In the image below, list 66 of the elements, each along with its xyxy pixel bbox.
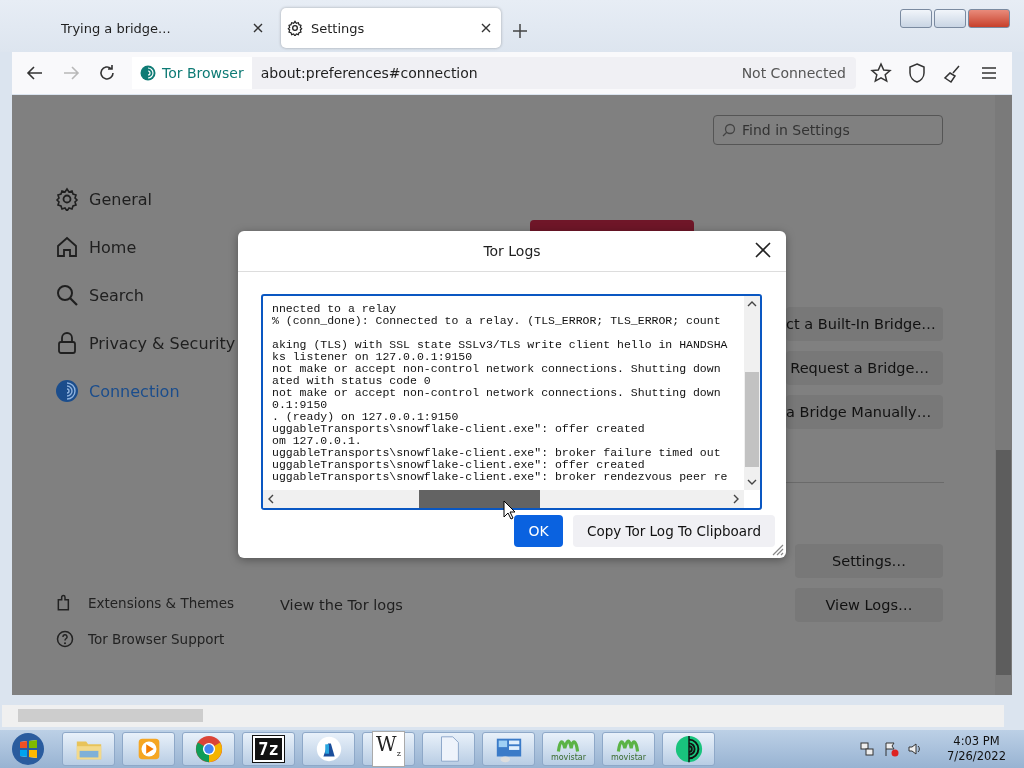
shield-icon[interactable]: [906, 62, 928, 84]
tor-icon[interactable]: [673, 734, 704, 764]
archive-icon[interactable]: 7z: [253, 736, 284, 762]
minimize-button[interactable]: [900, 9, 932, 28]
resize-grip-icon[interactable]: [770, 542, 784, 556]
help-icon: [55, 629, 75, 649]
log-line: not make or accept non-control network connections. Shutting down: [272, 363, 722, 375]
ok-button[interactable]: OK: [514, 515, 563, 547]
cursor-icon: [503, 500, 516, 520]
log-line: aking (TLS) with SSL state SSLv3/TLS write client hello in HANDSHA: [272, 339, 728, 351]
gear-icon: [287, 20, 303, 36]
log-text-area[interactable]: [261, 294, 762, 510]
home-icon: [55, 235, 79, 259]
search-icon: [722, 123, 736, 137]
chrome-icon[interactable]: [193, 734, 224, 764]
gear-icon: [55, 187, 79, 211]
maximize-button[interactable]: [934, 9, 966, 28]
bridge-button[interactable]: ct a Built-In Bridge…: [786, 307, 943, 341]
log-line: uggableTransports\snowflake-client.exe": broker failure timed out: [272, 447, 722, 459]
scroll-thumb[interactable]: [745, 372, 759, 467]
lock-icon: [55, 331, 79, 355]
view-logs-button[interactable]: View Logs…: [795, 588, 943, 622]
clock[interactable]: 4:03 PM 7/26/2022: [947, 734, 1006, 764]
scroll-down-icon[interactable]: [747, 477, 757, 487]
log-line: . (ready) on 127.0.0.1:9150: [272, 411, 460, 423]
log-line: nnected to a relay: [272, 303, 398, 315]
sidebar-item[interactable]: General: [55, 175, 280, 223]
close-icon[interactable]: [481, 23, 491, 33]
identity-box[interactable]: Tor Browser: [132, 57, 252, 89]
log-line: not make or accept non-control network connections. Shutting down: [272, 387, 722, 399]
scrollbar[interactable]: [2, 705, 1004, 727]
settings-button[interactable]: Settings…: [795, 544, 943, 578]
sidebar-item[interactable]: Home: [55, 223, 280, 271]
logs-label: View the Tor logs: [280, 597, 403, 613]
bridge-button[interactable]: a Bridge Manually…: [786, 395, 943, 429]
scroll-up-icon[interactable]: [747, 299, 757, 309]
new-tab-icon[interactable]: [513, 24, 527, 38]
sidebar-link[interactable]: Tor Browser Support: [88, 631, 225, 647]
document-icon[interactable]: W$_{z}$: [372, 731, 405, 767]
onion-icon: [55, 379, 79, 403]
copy-log-button[interactable]: Copy Tor Log To Clipboard: [573, 515, 775, 547]
log-line: uggableTransports\snowflake-client.exe": broker rendezvous peer re: [272, 471, 728, 483]
address-bar[interactable]: Tor Browser about:preferences#connection Not Connected: [132, 57, 856, 89]
close-icon[interactable]: [253, 23, 263, 33]
log-line: ks listener on 127.0.0.1:9150: [272, 351, 474, 363]
sidebar-link[interactable]: Extensions & Themes: [88, 595, 234, 611]
log-line: % (conn_done): Connected to a relay. (TLS_ERROR; TLS_ERROR; count: [272, 315, 722, 327]
close-icon[interactable]: [754, 241, 772, 259]
log-line: 0.1:9150: [272, 399, 329, 411]
scroll-thumb[interactable]: [419, 490, 540, 508]
star-icon[interactable]: [870, 62, 892, 84]
log-line: uggableTransports\snowflake-client.exe": offer created: [272, 423, 646, 435]
search-icon: [55, 283, 79, 307]
flag-icon[interactable]: [883, 741, 900, 757]
log-line: ated with status code 0: [272, 375, 432, 387]
log-line: uggableTransports\snowflake-client.exe": offer created: [272, 459, 646, 471]
log-line: om 127.0.0.1.: [272, 435, 363, 447]
dialog-title: Tor Logs: [483, 243, 541, 259]
network-icon[interactable]: [859, 741, 876, 757]
browser-tab[interactable]: Trying a bridge...: [45, 8, 273, 48]
search-field[interactable]: Find in Settings: [713, 115, 943, 145]
scroll-left-icon[interactable]: [266, 494, 276, 504]
browser-tab[interactable]: Settings: [281, 8, 501, 48]
bridge-button[interactable]: Request a Bridge…: [786, 351, 943, 385]
scrollbar[interactable]: [995, 95, 1012, 695]
scroll-right-icon[interactable]: [731, 494, 741, 504]
